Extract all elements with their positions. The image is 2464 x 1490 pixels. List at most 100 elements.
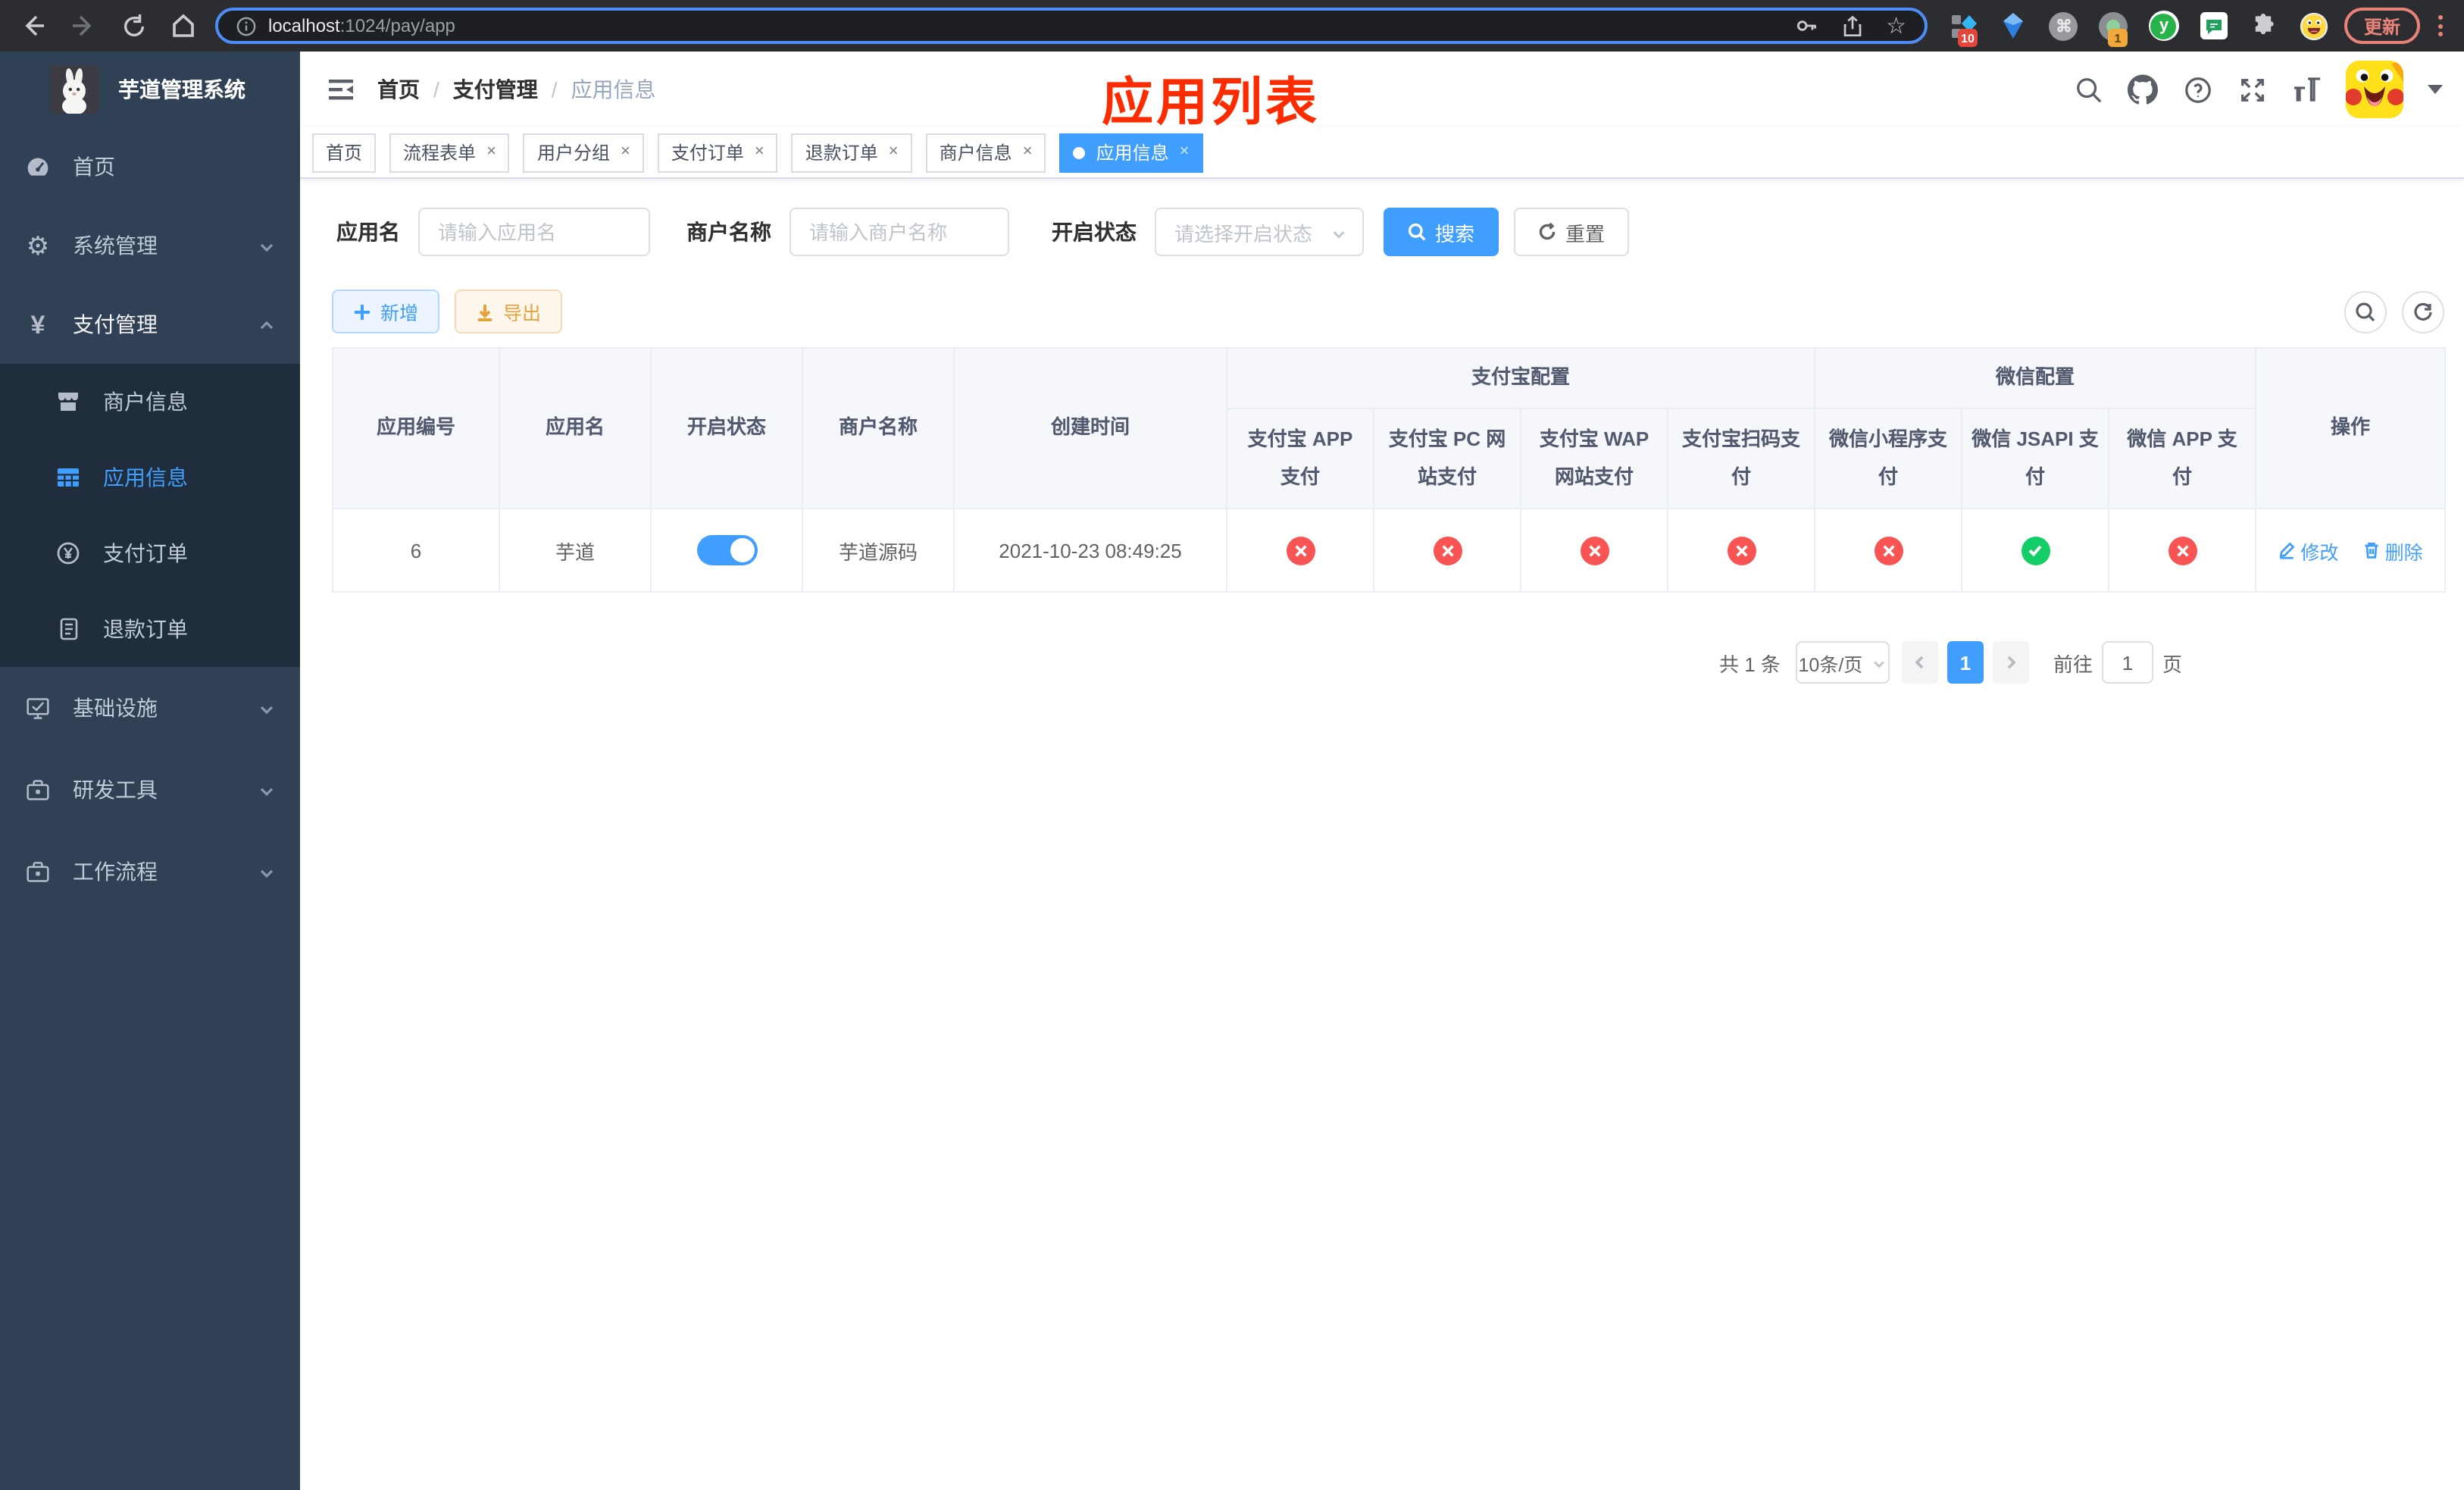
tab-app-info-active[interactable]: 应用信息 × bbox=[1059, 133, 1203, 172]
chrome-update-button[interactable]: 更新 bbox=[2344, 8, 2420, 44]
user-avatar[interactable] bbox=[2346, 61, 2403, 118]
status-toggle-on[interactable] bbox=[696, 535, 757, 565]
profile-avatar-icon[interactable] bbox=[2299, 11, 2329, 41]
status-select[interactable]: 请选择开启状态 bbox=[1155, 208, 1364, 256]
app-name-input[interactable] bbox=[418, 208, 650, 256]
merchant-name-input[interactable] bbox=[790, 208, 1009, 256]
next-page-button[interactable] bbox=[1992, 641, 2029, 684]
reset-button[interactable]: 重置 bbox=[1514, 208, 1630, 256]
col-group-alipay: 支付宝配置 bbox=[1225, 347, 1816, 409]
add-button[interactable]: 新增 bbox=[332, 290, 440, 333]
extension-chat-icon[interactable] bbox=[2199, 11, 2229, 41]
edit-button[interactable]: 修改 bbox=[2278, 536, 2338, 565]
sidebar-item-refund-order[interactable]: 退款订单 bbox=[0, 591, 300, 667]
browser-window: localhost:1024/pay/app ☆ 10 ⌘ 1 y 更新 芋道管… bbox=[0, 0, 2464, 1490]
toggle-search-button[interactable] bbox=[2344, 290, 2387, 333]
sidebar-item-label: 支付订单 bbox=[103, 541, 188, 565]
breadcrumb-home[interactable]: 首页 bbox=[377, 74, 420, 105]
col-alipay-pc: 支付宝 PC 网站支付 bbox=[1373, 408, 1521, 509]
app-logo-row[interactable]: 芋道管理系统 bbox=[0, 52, 300, 127]
col-wx-app: 微信 APP 支付 bbox=[2108, 408, 2257, 509]
user-menu-caret-icon[interactable] bbox=[2428, 85, 2443, 94]
search-icon[interactable] bbox=[2073, 74, 2103, 105]
close-icon[interactable]: × bbox=[889, 143, 899, 161]
close-icon[interactable]: × bbox=[486, 143, 496, 161]
breadcrumb-current: 应用信息 bbox=[571, 77, 656, 102]
bookmark-star-icon[interactable]: ☆ bbox=[1886, 14, 1906, 37]
reload-button[interactable] bbox=[115, 8, 152, 44]
refresh-button[interactable] bbox=[2402, 290, 2444, 333]
close-icon[interactable]: × bbox=[755, 143, 765, 161]
breadcrumb-section[interactable]: 支付管理 bbox=[453, 74, 538, 105]
extension-y-icon[interactable]: y bbox=[2148, 11, 2179, 41]
close-icon[interactable]: × bbox=[621, 143, 630, 161]
extension-grid-diamond-icon[interactable]: 10 bbox=[1949, 11, 1979, 47]
extension-gem-icon[interactable] bbox=[1999, 11, 2029, 41]
cell-wx-app bbox=[2108, 508, 2257, 593]
sidebar-item-devtools[interactable]: 研发工具 bbox=[0, 749, 300, 831]
tab-refund-order[interactable]: 退款订单 × bbox=[791, 133, 912, 172]
annotation-title: 应用列表 bbox=[1102, 74, 1320, 132]
sidebar-item-pay-order[interactable]: 支付订单 bbox=[0, 515, 300, 591]
sidebar-item-merchant-info[interactable]: 商户信息 bbox=[0, 364, 300, 440]
tab-home[interactable]: 首页 bbox=[312, 133, 377, 172]
site-info-icon[interactable] bbox=[236, 16, 256, 36]
page-size-select[interactable]: 10条/页 bbox=[1795, 641, 1890, 684]
app-table: 应用编号 应用名 开启状态 商户名称 创建时间 支付宝配置 微信配置 操作 支付… bbox=[332, 347, 2447, 593]
sidebar-item-app-info[interactable]: 应用信息 bbox=[0, 440, 300, 515]
extension-recorder-icon[interactable]: 1 bbox=[2099, 11, 2129, 47]
close-icon[interactable]: × bbox=[1023, 143, 1033, 161]
sidebar-item-label: 支付管理 bbox=[73, 312, 158, 337]
disabled-x-icon bbox=[1580, 536, 1609, 565]
col-wx-jsapi: 微信 JSAPI 支付 bbox=[1961, 408, 2110, 509]
tab-pay-order[interactable]: 支付订单 × bbox=[657, 133, 778, 172]
app-name-label: 应用名 bbox=[336, 220, 400, 244]
sidebar-item-home[interactable]: 首页 bbox=[0, 127, 300, 206]
sidebar-item-label: 应用信息 bbox=[103, 465, 188, 490]
browser-menu-icon[interactable] bbox=[2432, 15, 2449, 36]
share-icon[interactable] bbox=[1840, 14, 1863, 37]
page-1-button[interactable]: 1 bbox=[1946, 641, 1984, 684]
delete-button[interactable]: 删除 bbox=[2362, 536, 2423, 565]
cell-create-time: 2021-10-23 08:49:25 bbox=[953, 508, 1227, 593]
sidebar-item-payment[interactable]: ¥ 支付管理 bbox=[0, 285, 300, 364]
tab-user-group[interactable]: 用户分组 × bbox=[523, 133, 644, 172]
sidebar-item-infra[interactable]: 基础设施 bbox=[0, 667, 300, 749]
pagination: 共 1 条 10条/页 1 前往 页 bbox=[300, 641, 2182, 684]
sidebar-item-system[interactable]: ⚙ 系统管理 bbox=[0, 206, 300, 285]
monitor-check-icon bbox=[26, 696, 50, 720]
help-icon[interactable] bbox=[2182, 74, 2212, 105]
chevron-down-icon bbox=[258, 699, 276, 717]
app-logo-rabbit-image bbox=[50, 65, 98, 114]
yen-icon: ¥ bbox=[30, 310, 45, 339]
fullscreen-icon[interactable] bbox=[2237, 74, 2267, 105]
prev-page-button[interactable] bbox=[1901, 641, 1938, 684]
browser-toolbar: localhost:1024/pay/app ☆ 10 ⌘ 1 y 更新 bbox=[0, 0, 2464, 52]
close-icon[interactable]: × bbox=[1180, 143, 1190, 161]
tab-merchant-info[interactable]: 商户信息 × bbox=[925, 133, 1046, 172]
col-actions: 操作 bbox=[2255, 347, 2447, 509]
home-button[interactable] bbox=[165, 8, 202, 44]
sidebar-item-label: 基础设施 bbox=[73, 696, 158, 720]
chevron-down-icon bbox=[258, 236, 276, 255]
col-app-id: 应用编号 bbox=[332, 347, 500, 509]
extension-command-icon[interactable]: ⌘ bbox=[2049, 11, 2079, 41]
password-key-icon[interactable] bbox=[1793, 14, 1818, 38]
sidebar-collapse-icon[interactable] bbox=[326, 74, 356, 105]
breadcrumb-separator: / bbox=[551, 77, 558, 102]
github-icon[interactable] bbox=[2128, 74, 2158, 105]
disabled-x-icon bbox=[2168, 536, 2197, 565]
search-button[interactable]: 搜索 bbox=[1384, 208, 1499, 256]
sidebar-item-workflow[interactable]: 工作流程 bbox=[0, 831, 300, 912]
forward-button[interactable] bbox=[65, 8, 102, 44]
extensions-puzzle-icon[interactable] bbox=[2249, 11, 2279, 41]
export-button[interactable]: 导出 bbox=[455, 290, 563, 333]
font-size-icon[interactable] bbox=[2291, 74, 2322, 105]
address-bar[interactable]: localhost:1024/pay/app ☆ bbox=[215, 8, 1928, 44]
url-text: localhost:1024/pay/app bbox=[268, 15, 455, 36]
back-button[interactable] bbox=[15, 8, 52, 44]
goto-page-input[interactable] bbox=[2101, 641, 2153, 684]
tags-view-bar: 首页 流程表单 × 用户分组 × 支付订单 × 退款订单 × 商户信息 × 应用信息 × bbox=[300, 127, 2464, 179]
cell-wx-jsapi bbox=[1961, 508, 2110, 593]
tab-process-form[interactable]: 流程表单 × bbox=[389, 133, 510, 172]
